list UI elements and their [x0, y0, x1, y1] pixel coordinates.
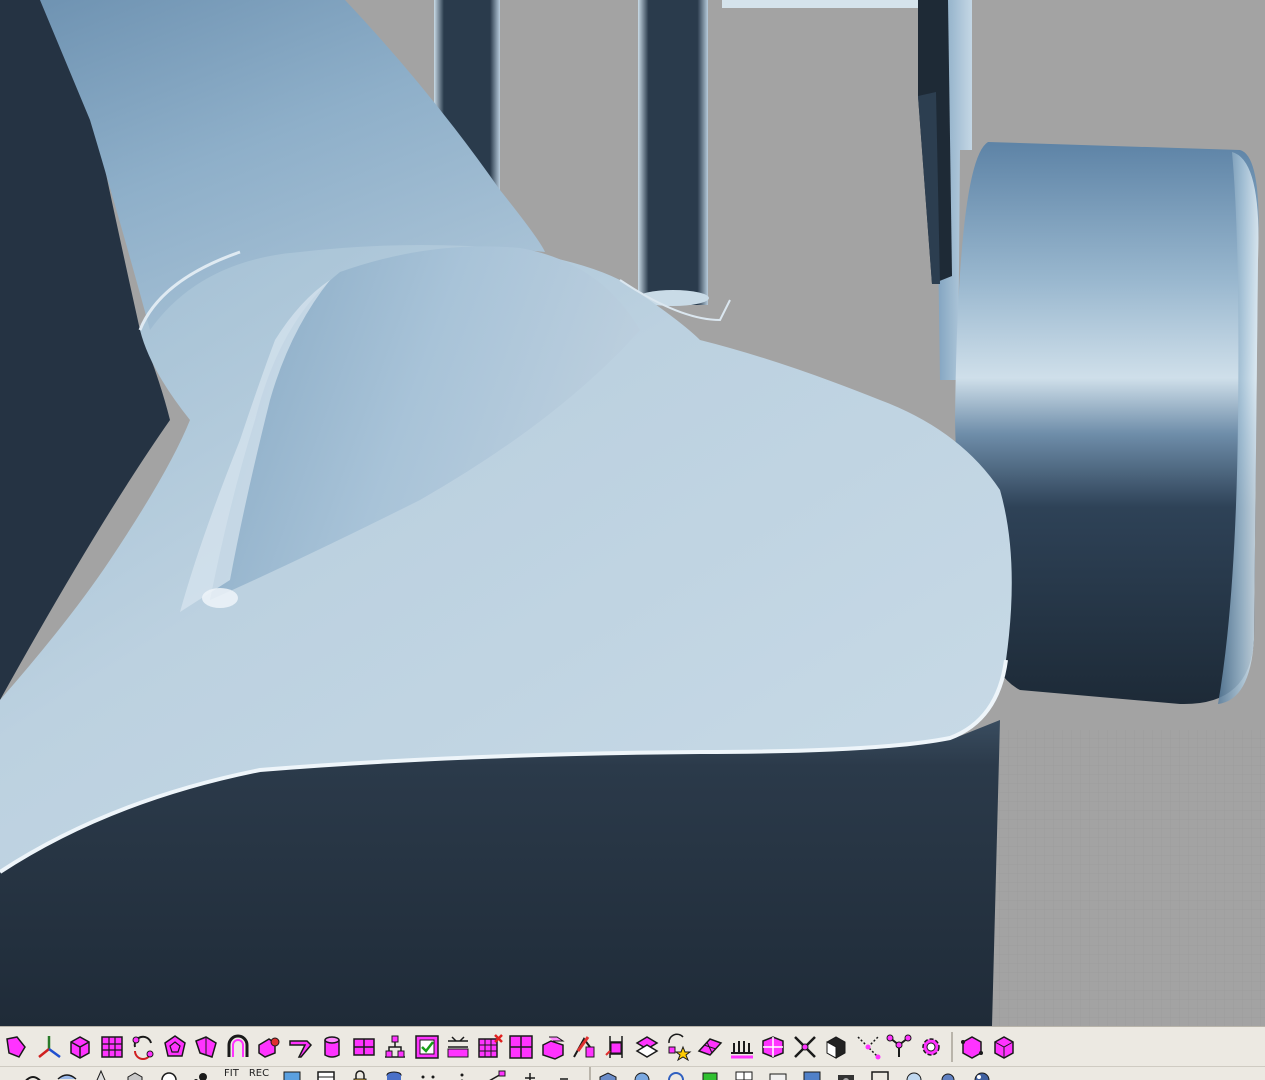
box-icon[interactable] — [595, 1067, 621, 1080]
toolbar-separator — [951, 1031, 953, 1062]
cylinder-icon[interactable] — [381, 1067, 407, 1080]
wire-icon[interactable] — [867, 1067, 893, 1080]
flip-surface-icon[interactable] — [632, 1031, 662, 1063]
distribute-icon[interactable] — [443, 1031, 473, 1063]
lock-icon[interactable] — [347, 1067, 373, 1080]
unroll-surface-icon[interactable] — [191, 1031, 221, 1063]
split-grid-icon[interactable] — [349, 1031, 379, 1063]
grid-frame-icon[interactable] — [506, 1031, 536, 1063]
star-transform-icon[interactable] — [664, 1031, 694, 1063]
rec-button[interactable]: REC — [249, 1067, 269, 1080]
rendered-model — [0, 0, 1265, 1026]
cube-icon[interactable] — [122, 1067, 148, 1080]
shade-icon[interactable] — [799, 1067, 825, 1080]
align-icon[interactable] — [483, 1067, 509, 1080]
box-edit-icon[interactable] — [989, 1031, 1019, 1063]
render-icon[interactable] — [629, 1067, 655, 1080]
delete-grid-icon[interactable] — [475, 1031, 505, 1063]
toolbar-bottom: FIT REC — [0, 1066, 1265, 1080]
render-cube-icon[interactable] — [821, 1031, 851, 1063]
cylinder-solid-icon[interactable] — [317, 1031, 347, 1063]
dots-icon[interactable] — [449, 1067, 475, 1080]
curve-from-object-icon[interactable] — [2, 1031, 32, 1063]
toolbar-top — [0, 1026, 1265, 1066]
window-icon[interactable] — [313, 1067, 339, 1080]
box-solid-icon[interactable] — [65, 1031, 95, 1063]
grid-icon[interactable] — [731, 1067, 757, 1080]
surface-icon[interactable] — [54, 1067, 80, 1080]
sphere-icon[interactable] — [156, 1067, 182, 1080]
point-split-icon[interactable] — [853, 1031, 883, 1063]
arch-curve-icon[interactable] — [223, 1031, 253, 1063]
plane-surface-icon[interactable] — [695, 1031, 725, 1063]
minus-icon[interactable] — [551, 1067, 577, 1080]
cone-icon[interactable] — [88, 1067, 114, 1080]
globe-icon[interactable] — [901, 1067, 927, 1080]
mesh-box-icon[interactable] — [758, 1031, 788, 1063]
rotate-points-icon[interactable] — [128, 1031, 158, 1063]
node-icon[interactable] — [190, 1067, 216, 1080]
ball-icon[interactable] — [969, 1067, 995, 1080]
plus-icon[interactable] — [517, 1067, 543, 1080]
fillet-edge-icon[interactable] — [254, 1031, 284, 1063]
cross-triangle-icon[interactable] — [790, 1031, 820, 1063]
points-icon[interactable] — [415, 1067, 441, 1080]
light-icon[interactable] — [935, 1067, 961, 1080]
array-points-icon[interactable] — [380, 1031, 410, 1063]
color-icon[interactable] — [697, 1067, 723, 1080]
box-vertices-icon[interactable] — [957, 1031, 987, 1063]
camera-icon[interactable] — [833, 1067, 859, 1080]
rebuild-edge-icon[interactable] — [569, 1031, 599, 1063]
gumball-axes-icon[interactable] — [34, 1031, 64, 1063]
extrude-curve-icon[interactable] — [286, 1031, 316, 1063]
comb-icon[interactable] — [727, 1031, 757, 1063]
ladder-grid-icon[interactable] — [601, 1031, 631, 1063]
rotate-icon[interactable] — [663, 1067, 689, 1080]
fit-view-button[interactable]: FIT — [224, 1067, 239, 1080]
point-grid-icon[interactable] — [97, 1031, 127, 1063]
polyhedron-icon[interactable] — [160, 1031, 190, 1063]
check-box-icon[interactable] — [412, 1031, 442, 1063]
branch-points-icon[interactable] — [884, 1031, 914, 1063]
layer-icon[interactable] — [765, 1067, 791, 1080]
toolbar-separator — [589, 1067, 592, 1080]
3d-viewport[interactable] — [0, 0, 1265, 1026]
sweep-icon[interactable] — [20, 1067, 46, 1080]
layered-box-icon[interactable] — [538, 1031, 568, 1063]
gear-icon[interactable] — [916, 1031, 946, 1063]
frame-icon[interactable] — [279, 1067, 305, 1080]
